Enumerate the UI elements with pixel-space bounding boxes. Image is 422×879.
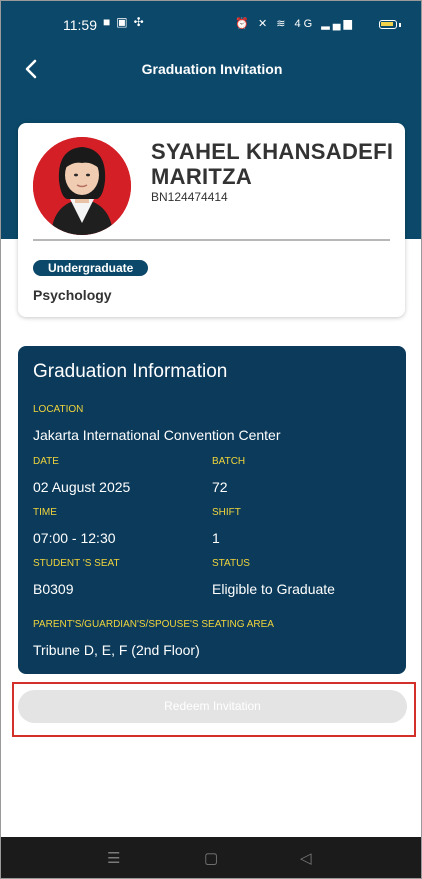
student-name: SYAHEL KHANSADEFI MARITZA xyxy=(151,139,394,189)
notification-fan-icon: ✣ xyxy=(133,15,150,29)
student-photo xyxy=(33,137,131,235)
battery-icon xyxy=(379,20,397,29)
notification-bag-icon: ■ xyxy=(103,15,117,29)
redeem-invitation-button[interactable]: Redeem Invitation xyxy=(18,690,407,723)
student-id: BN124474414 xyxy=(151,190,228,204)
menu-icon[interactable]: ☰ xyxy=(107,849,120,867)
page-title: Graduation Invitation xyxy=(141,61,283,77)
notification-icons: ■▣✣ xyxy=(103,15,150,29)
date-label: DATE xyxy=(33,456,59,467)
status-value: Eligible to Graduate xyxy=(212,581,335,597)
profile-card: SYAHEL KHANSADEFI MARITZA BN124474414 Un… xyxy=(18,123,405,317)
system-nav-bar: ☰ ▢ ◁ xyxy=(1,837,421,878)
time-label: TIME xyxy=(33,507,57,518)
location-value: Jakarta International Convention Center xyxy=(33,427,281,443)
graduation-info-card: Graduation Information LOCATION Jakarta … xyxy=(18,346,406,674)
seat-label: STUDENT 'S SEAT xyxy=(33,558,120,569)
status-bar: 11:59 ■▣✣ ⏰ ✕ ≋ 4G ▂▄▆ xyxy=(1,1,421,41)
major-label: Psychology xyxy=(33,287,112,303)
wifi-icon: ≋ xyxy=(276,18,289,30)
home-icon[interactable]: ▢ xyxy=(204,849,218,867)
system-icons: ⏰ ✕ ≋ 4G ▂▄▆ xyxy=(235,17,355,30)
date-value: 02 August 2025 xyxy=(33,479,131,495)
redeem-highlight: Redeem Invitation xyxy=(12,682,416,737)
shift-label: SHIFT xyxy=(212,507,241,518)
status-time: 11:59 xyxy=(63,17,97,33)
batch-label: BATCH xyxy=(212,456,246,467)
network-type: 4G xyxy=(294,18,316,30)
app-screen: 11:59 ■▣✣ ⏰ ✕ ≋ 4G ▂▄▆ Graduation Invita… xyxy=(0,0,422,879)
batch-value: 72 xyxy=(212,479,228,495)
status-label: STATUS xyxy=(212,558,250,569)
location-label: LOCATION xyxy=(33,404,84,415)
alarm-icon: ⏰ xyxy=(235,18,252,30)
seating-area-value: Tribune D, E, F (2nd Floor) xyxy=(33,642,200,658)
battery-tip xyxy=(399,23,401,27)
shift-value: 1 xyxy=(212,530,220,546)
notification-app-icon: ▣ xyxy=(116,15,134,29)
seating-area-label: PARENT'S/GUARDIAN'S/SPOUSE'S SEATING ARE… xyxy=(33,619,274,630)
signal-icon: ▂▄▆ xyxy=(321,18,355,30)
time-value: 07:00 - 12:30 xyxy=(33,530,116,546)
degree-badge: Undergraduate xyxy=(33,260,149,276)
graduation-info-title: Graduation Information xyxy=(33,361,228,382)
back-triangle-icon[interactable]: ◁ xyxy=(300,849,312,867)
avatar xyxy=(33,137,131,235)
mute-icon: ✕ xyxy=(257,18,271,30)
divider xyxy=(33,239,390,241)
seat-value: B0309 xyxy=(33,581,74,597)
